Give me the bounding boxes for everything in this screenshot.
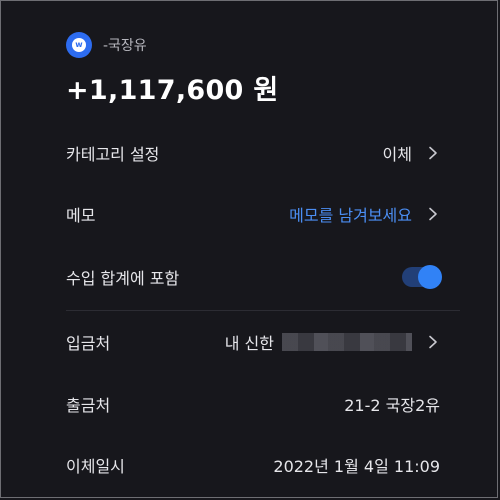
screenshot-border — [0, 0, 498, 498]
